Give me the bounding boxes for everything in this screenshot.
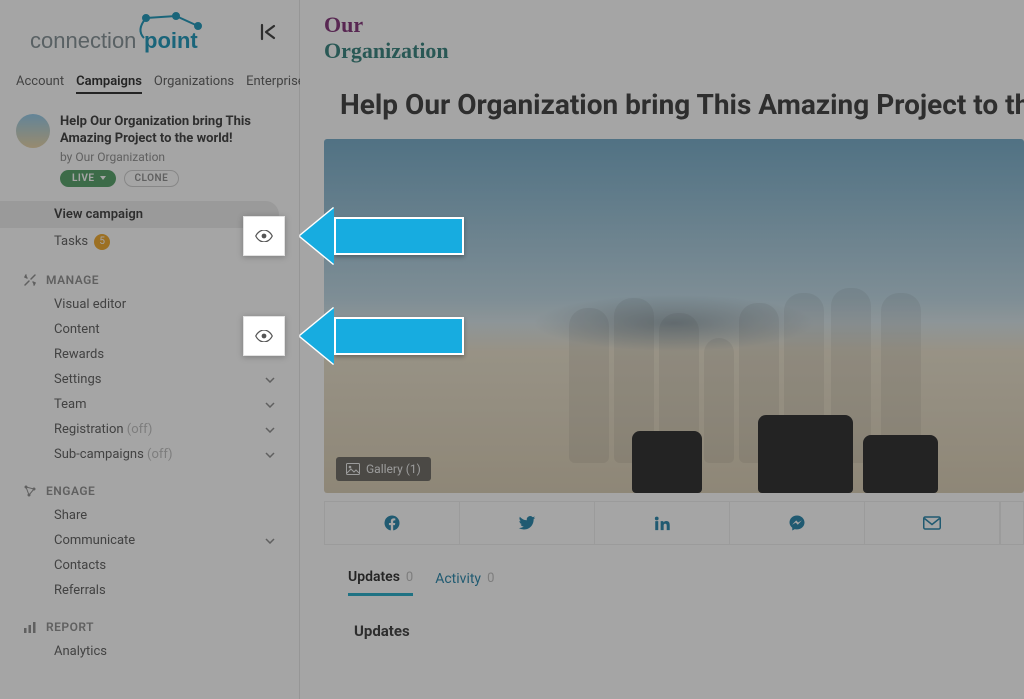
chevron-down-icon — [265, 533, 275, 548]
facebook-icon — [383, 514, 401, 532]
status-live-badge[interactable]: LIVE — [60, 170, 116, 187]
preview-eye-visual-editor[interactable] — [243, 316, 285, 356]
share-facebook[interactable] — [324, 501, 460, 545]
caret-down-icon — [100, 176, 106, 180]
section-report-header: REPORT — [0, 603, 299, 639]
share-messenger[interactable] — [730, 501, 865, 545]
eye-icon — [255, 230, 273, 242]
share-linkedin[interactable] — [595, 501, 730, 545]
messenger-icon — [788, 514, 806, 532]
org-title-line1: Our — [324, 12, 1000, 38]
campaign-title: Help Our Organization bring This Amazing… — [60, 114, 283, 148]
chevron-down-icon — [265, 422, 275, 437]
primary-tabs: Account Campaigns Organizations Enterpri… — [0, 66, 299, 104]
share-email[interactable] — [865, 501, 1000, 545]
tasks-count-badge: 5 — [94, 234, 110, 250]
campaign-byline: by Our Organization — [60, 150, 283, 164]
nav-contacts[interactable]: Contacts — [0, 553, 299, 578]
nav-share[interactable]: Share — [0, 503, 299, 528]
nav-analytics[interactable]: Analytics — [0, 639, 299, 664]
twitter-icon — [518, 514, 536, 532]
nav-visual-editor[interactable]: Visual editor — [0, 292, 299, 317]
annotation-arrow-2 — [300, 308, 464, 364]
svg-text:connection: connection — [30, 28, 136, 53]
tools-icon — [22, 272, 38, 288]
share-row — [324, 501, 1024, 545]
section-engage-header: ENGAGE — [0, 467, 299, 503]
nav-team[interactable]: Team — [0, 392, 299, 417]
share-more[interactable] — [1000, 501, 1024, 545]
chevron-down-icon — [265, 447, 275, 462]
svg-text:point: point — [144, 28, 198, 53]
network-icon — [22, 483, 38, 499]
chevron-down-icon — [265, 372, 275, 387]
tab-organizations[interactable]: Organizations — [154, 74, 234, 94]
nav-settings[interactable]: Settings — [0, 367, 299, 392]
nav-view-campaign[interactable]: View campaign — [0, 201, 279, 228]
org-header: Our Organization — [300, 0, 1024, 70]
updates-heading: Updates — [300, 596, 1024, 640]
linkedin-icon — [653, 514, 671, 532]
nav-communicate[interactable]: Communicate — [0, 528, 299, 553]
chevron-down-icon — [265, 397, 275, 412]
org-title-line2: Organization — [324, 38, 1000, 64]
tab-updates[interactable]: Updates0 — [348, 569, 413, 596]
preview-eye-view-campaign[interactable] — [243, 216, 285, 256]
bar-chart-icon — [22, 619, 38, 635]
tab-account[interactable]: Account — [16, 74, 64, 94]
eye-icon — [255, 330, 273, 342]
annotation-arrow-1 — [300, 208, 464, 264]
nav-referrals[interactable]: Referrals — [0, 578, 299, 603]
tab-activity[interactable]: Activity0 — [435, 569, 494, 596]
nav-registration[interactable]: Registration (off) — [0, 417, 299, 442]
collapse-sidebar-button[interactable] — [255, 19, 283, 49]
nav-sub-campaigns[interactable]: Sub-campaigns (off) — [0, 442, 299, 467]
campaign-summary: Help Our Organization bring This Amazing… — [0, 104, 299, 191]
share-twitter[interactable] — [460, 501, 595, 545]
logo: connection point — [16, 10, 216, 58]
collapse-icon — [259, 23, 279, 41]
image-icon — [346, 463, 360, 475]
tab-enterprise[interactable]: Enterprise — [246, 74, 305, 94]
section-manage-header: MANAGE — [0, 256, 299, 292]
page-title: Help Our Organization bring This Amazing… — [300, 88, 1024, 139]
email-icon — [923, 516, 941, 530]
clone-button[interactable]: CLONE — [124, 170, 180, 187]
tab-campaigns[interactable]: Campaigns — [76, 74, 142, 94]
campaign-thumbnail — [16, 114, 50, 148]
content-tabs: Updates0 Activity0 — [300, 545, 1024, 596]
gallery-badge[interactable]: Gallery (1) — [336, 457, 431, 481]
